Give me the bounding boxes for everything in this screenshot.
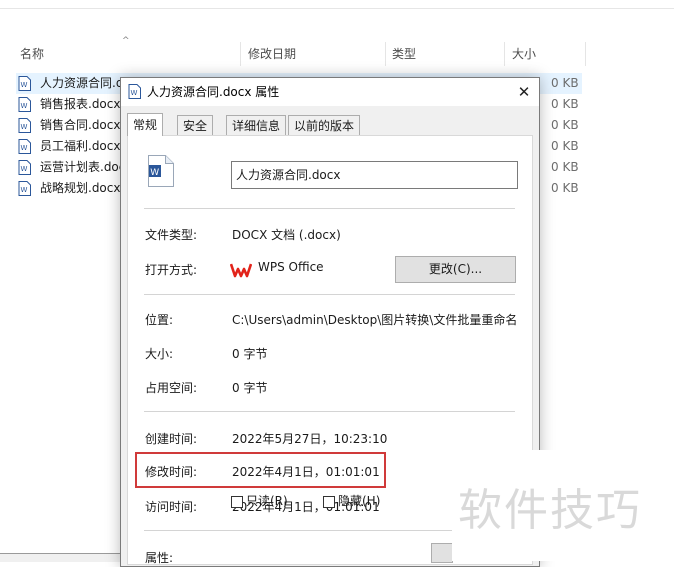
close-icon[interactable]: ✕ [509, 78, 539, 106]
file-name: 员工福利.docx [40, 139, 121, 153]
open-with-label: 打开方式: [145, 263, 198, 277]
svg-text:W: W [21, 144, 28, 152]
file-size: 0 KB [551, 139, 579, 153]
column-header-type[interactable]: 类型 [386, 42, 504, 66]
column-header-modified[interactable]: 修改日期 [242, 42, 386, 66]
file-name: 销售报表.docx [40, 97, 121, 111]
tab-security[interactable]: 安全 [177, 115, 214, 135]
word-doc-icon: W [18, 139, 31, 154]
size-on-disk-label: 占用空间: [145, 381, 198, 395]
word-doc-icon: W [18, 118, 31, 133]
svg-text:W: W [131, 89, 138, 97]
file-size: 0 KB [551, 160, 579, 174]
svg-text:W: W [21, 102, 28, 110]
size-label: 大小: [145, 347, 174, 361]
file-type-label: 文件类型: [145, 228, 198, 242]
file-name-input[interactable]: 人力资源合同.docx [231, 161, 518, 189]
location-value: C:\Users\admin\Desktop\图片转换\文件批量重命名 [232, 313, 518, 327]
tab-general[interactable]: 常规 [127, 113, 164, 136]
svg-text:W: W [150, 168, 159, 178]
divider [144, 208, 515, 209]
file-type-value: DOCX 文档 (.docx) [232, 228, 341, 242]
word-doc-icon: W [18, 76, 31, 91]
word-doc-icon: W [18, 160, 31, 175]
explorer-toolbar-area [0, 0, 674, 40]
file-name: 战略规划.docx [40, 181, 121, 195]
column-header-name-label: 名称 [20, 47, 45, 61]
column-header-size-label: 大小 [512, 47, 537, 61]
dialog-title: 人力资源合同.docx 属性 [147, 85, 280, 99]
column-header-name[interactable]: 名称 [14, 42, 240, 66]
created-value: 2022年5月27日，10:23:10 [232, 432, 388, 446]
open-with-app: WPS Office [258, 260, 324, 274]
dialog-titlebar[interactable]: W 人力资源合同.docx 属性 ✕ [121, 78, 539, 106]
wps-logo-icon [230, 263, 252, 278]
divider [144, 294, 515, 295]
svg-text:W: W [21, 165, 28, 173]
word-doc-icon: W [18, 181, 31, 196]
readonly-label: 只读(R) [246, 494, 288, 508]
hidden-checkbox[interactable] [323, 496, 335, 508]
change-button[interactable]: 更改(C)... [395, 256, 516, 283]
column-separator[interactable] [585, 42, 586, 66]
created-label: 创建时间: [145, 432, 198, 446]
column-header-type-label: 类型 [392, 47, 417, 61]
location-label: 位置: [145, 313, 174, 327]
file-size: 0 KB [551, 76, 579, 90]
column-header-size[interactable]: 大小 [506, 42, 586, 66]
file-size: 0 KB [551, 118, 579, 132]
word-doc-icon: W [148, 155, 174, 187]
file-name: 运营计划表.docx [40, 160, 133, 174]
svg-text:W: W [21, 186, 28, 194]
file-size: 0 KB [551, 97, 579, 111]
size-on-disk-value: 0 字节 [232, 381, 268, 395]
attributes-label: 属性: [145, 551, 174, 565]
watermark-text: 软件技巧 [458, 485, 642, 536]
modified-time-highlight [135, 452, 386, 488]
column-separator[interactable] [504, 42, 505, 66]
readonly-checkbox[interactable] [231, 496, 243, 508]
size-value: 0 字节 [232, 347, 268, 361]
column-header-modified-label: 修改日期 [248, 47, 297, 61]
tab-previous-versions[interactable]: 以前的版本 [288, 115, 361, 135]
accessed-label: 访问时间: [145, 500, 198, 514]
svg-text:W: W [21, 81, 28, 89]
word-doc-icon: W [18, 97, 31, 112]
column-separator[interactable] [240, 42, 241, 66]
hidden-label: 隐藏(H) [338, 494, 381, 508]
file-size: 0 KB [551, 181, 579, 195]
file-name: 销售合同.docx [40, 118, 121, 132]
divider [144, 411, 515, 412]
advanced-button[interactable] [431, 543, 453, 563]
word-doc-icon: W [128, 84, 141, 99]
tab-details[interactable]: 详细信息 [226, 115, 287, 135]
svg-text:W: W [21, 123, 28, 131]
